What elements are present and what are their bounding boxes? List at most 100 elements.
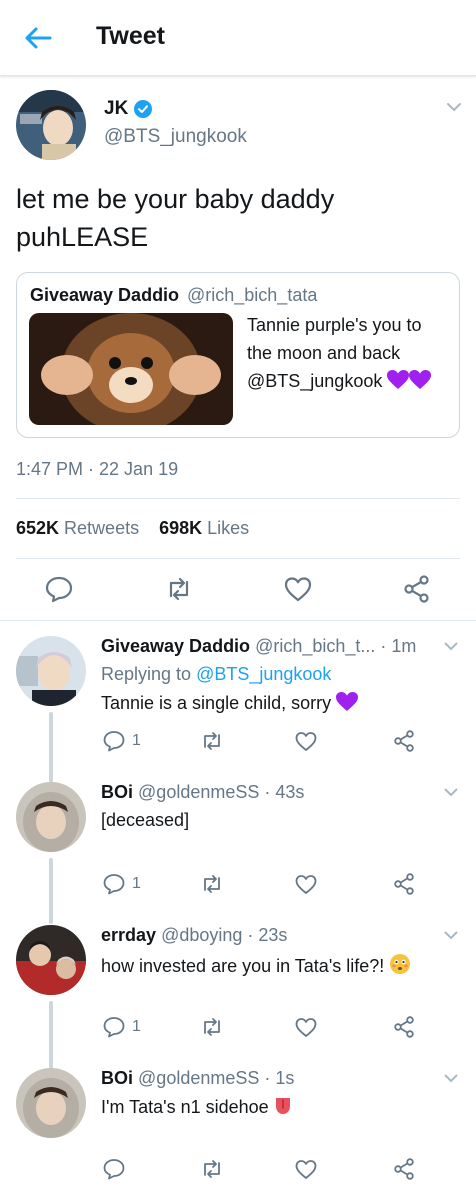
reply-count: 1 xyxy=(132,875,141,892)
retweets-label: Retweets xyxy=(64,518,140,538)
reply-handle-time[interactable]: @goldenmeSS · 43s xyxy=(138,782,304,802)
reply-actions: 1 xyxy=(100,872,430,902)
tweet-text-line: let me be your baby daddy xyxy=(16,184,335,214)
reply-icon[interactable] xyxy=(102,1157,126,1181)
reply-text: how invested are you in Tata's life?! xyxy=(101,953,411,977)
reply-actions: 1 xyxy=(100,729,430,759)
reply-tweet[interactable]: BOi @goldenmeSS · 1s I'm Tata's n1 sideh… xyxy=(0,1068,476,1200)
author-handle[interactable]: @BTS_jungkook xyxy=(104,126,247,148)
retweet-icon[interactable] xyxy=(200,1157,224,1181)
reply-text-content: I'm Tata's n1 sidehoe xyxy=(101,1097,269,1117)
divider xyxy=(16,498,460,499)
quote-image[interactable] xyxy=(29,313,233,425)
reply-icon[interactable] xyxy=(102,1015,126,1039)
reply-handle-time[interactable]: @dboying · 23s xyxy=(161,925,287,945)
verified-badge-icon xyxy=(134,100,152,118)
divider xyxy=(0,620,476,621)
reply-count: 1 xyxy=(132,1018,141,1035)
reply-handle-time[interactable]: @rich_bich_t... · 1m xyxy=(255,636,416,656)
back-button[interactable] xyxy=(20,22,56,54)
quote-author-name: Giveaway Daddio xyxy=(30,285,180,305)
top-bar: Tweet xyxy=(0,0,476,76)
share-icon[interactable] xyxy=(392,872,416,896)
reply-header: Giveaway Daddio @rich_bich_t... · 1m xyxy=(101,636,416,657)
chevron-down-icon[interactable] xyxy=(444,642,458,651)
tweet-text: let me be your baby daddy puhLEASE xyxy=(16,180,456,256)
share-icon[interactable] xyxy=(392,1157,416,1181)
quoted-tweet[interactable]: Giveaway Daddio @rich_bich_tata Tannie p… xyxy=(16,272,460,438)
avatar[interactable] xyxy=(16,782,86,852)
thread-line xyxy=(49,712,53,792)
engagement-stats: 652K Retweets 698K Likes xyxy=(16,518,249,539)
retweet-icon[interactable] xyxy=(200,872,224,896)
reply-author-name[interactable]: errday xyxy=(101,925,156,945)
reply-icon[interactable] xyxy=(44,574,74,604)
flushed-face-icon xyxy=(390,954,411,974)
replying-prefix: Replying to xyxy=(101,664,197,684)
like-icon[interactable] xyxy=(294,729,318,753)
page-title: Tweet xyxy=(96,22,165,50)
divider xyxy=(16,558,460,559)
reply-tweet[interactable]: errday @dboying · 23s how invested are y… xyxy=(0,925,476,1069)
avatar[interactable] xyxy=(16,636,86,706)
chevron-down-icon[interactable] xyxy=(444,788,458,797)
reply-header: errday @dboying · 23s xyxy=(101,925,287,946)
reply-header: BOi @goldenmeSS · 1s xyxy=(101,1068,294,1089)
tweet-actions xyxy=(0,574,476,614)
reply-text: Tannie is a single child, sorry xyxy=(101,692,359,714)
quote-mention[interactable]: @BTS_jungkook xyxy=(247,371,382,391)
avatar[interactable] xyxy=(16,925,86,995)
like-icon[interactable] xyxy=(294,872,318,896)
replying-to-mention[interactable]: @BTS_jungkook xyxy=(196,664,331,684)
reply-actions: 1 xyxy=(100,1015,430,1045)
reply-tweet[interactable]: BOi @goldenmeSS · 43s [deceased] 1 xyxy=(0,782,476,924)
quote-text-line: @BTS_jungkook xyxy=(247,367,453,395)
quote-text-line: the moon and back xyxy=(247,343,401,363)
retweet-icon[interactable] xyxy=(200,1015,224,1039)
chevron-down-icon[interactable] xyxy=(444,1074,458,1083)
retweet-icon[interactable] xyxy=(164,574,194,604)
likes-stat[interactable]: 698K Likes xyxy=(159,518,249,538)
reply-text: I'm Tata's n1 sidehoe xyxy=(101,1096,292,1118)
purple-heart-icon xyxy=(387,370,410,389)
reply-tweet[interactable]: Giveaway Daddio @rich_bich_t... · 1m Rep… xyxy=(0,636,476,792)
retweet-icon[interactable] xyxy=(200,729,224,753)
chevron-down-icon[interactable] xyxy=(446,102,462,112)
reply-author-name[interactable]: BOi xyxy=(101,782,133,802)
reply-author-name[interactable]: BOi xyxy=(101,1068,133,1088)
share-icon[interactable] xyxy=(392,729,416,753)
replying-to: Replying to @BTS_jungkook xyxy=(101,664,331,685)
reply-text-content: Tannie is a single child, sorry xyxy=(101,693,332,713)
tweet-text-line: puhLEASE xyxy=(16,222,149,252)
avatar[interactable] xyxy=(16,1068,86,1138)
purple-heart-icon xyxy=(409,370,432,389)
reply-author-name[interactable]: Giveaway Daddio xyxy=(101,636,250,656)
purple-heart-icon xyxy=(336,692,359,711)
reply-icon[interactable] xyxy=(102,729,126,753)
avatar[interactable] xyxy=(16,90,86,160)
quote-text: Tannie purple's you to the moon and back… xyxy=(247,311,453,395)
like-icon[interactable] xyxy=(283,574,313,604)
thread-line xyxy=(49,858,53,924)
back-arrow-icon xyxy=(25,27,52,49)
share-icon[interactable] xyxy=(392,1015,416,1039)
tweet-author: JK @BTS_jungkook xyxy=(16,88,462,168)
share-icon[interactable] xyxy=(402,574,432,604)
reply-text: [deceased] xyxy=(101,810,190,830)
quote-author-handle: @rich_bich_tata xyxy=(187,285,318,305)
likes-count: 698K xyxy=(159,518,203,538)
tongue-icon xyxy=(275,1098,290,1114)
reply-count: 1 xyxy=(132,732,141,749)
chevron-down-icon[interactable] xyxy=(444,931,458,940)
reply-handle-time[interactable]: @goldenmeSS · 1s xyxy=(138,1068,294,1088)
like-icon[interactable] xyxy=(294,1015,318,1039)
thread-line xyxy=(49,1001,53,1069)
reply-text-content: how invested are you in Tata's life?! xyxy=(101,956,385,976)
like-icon[interactable] xyxy=(294,1157,318,1181)
reply-header: BOi @goldenmeSS · 43s xyxy=(101,782,304,803)
quote-text-line: Tannie purple's you to xyxy=(247,315,422,335)
reply-icon[interactable] xyxy=(102,872,126,896)
retweets-stat[interactable]: 652K Retweets xyxy=(16,518,139,538)
author-name[interactable]: JK xyxy=(104,98,128,120)
reply-actions xyxy=(100,1157,430,1187)
